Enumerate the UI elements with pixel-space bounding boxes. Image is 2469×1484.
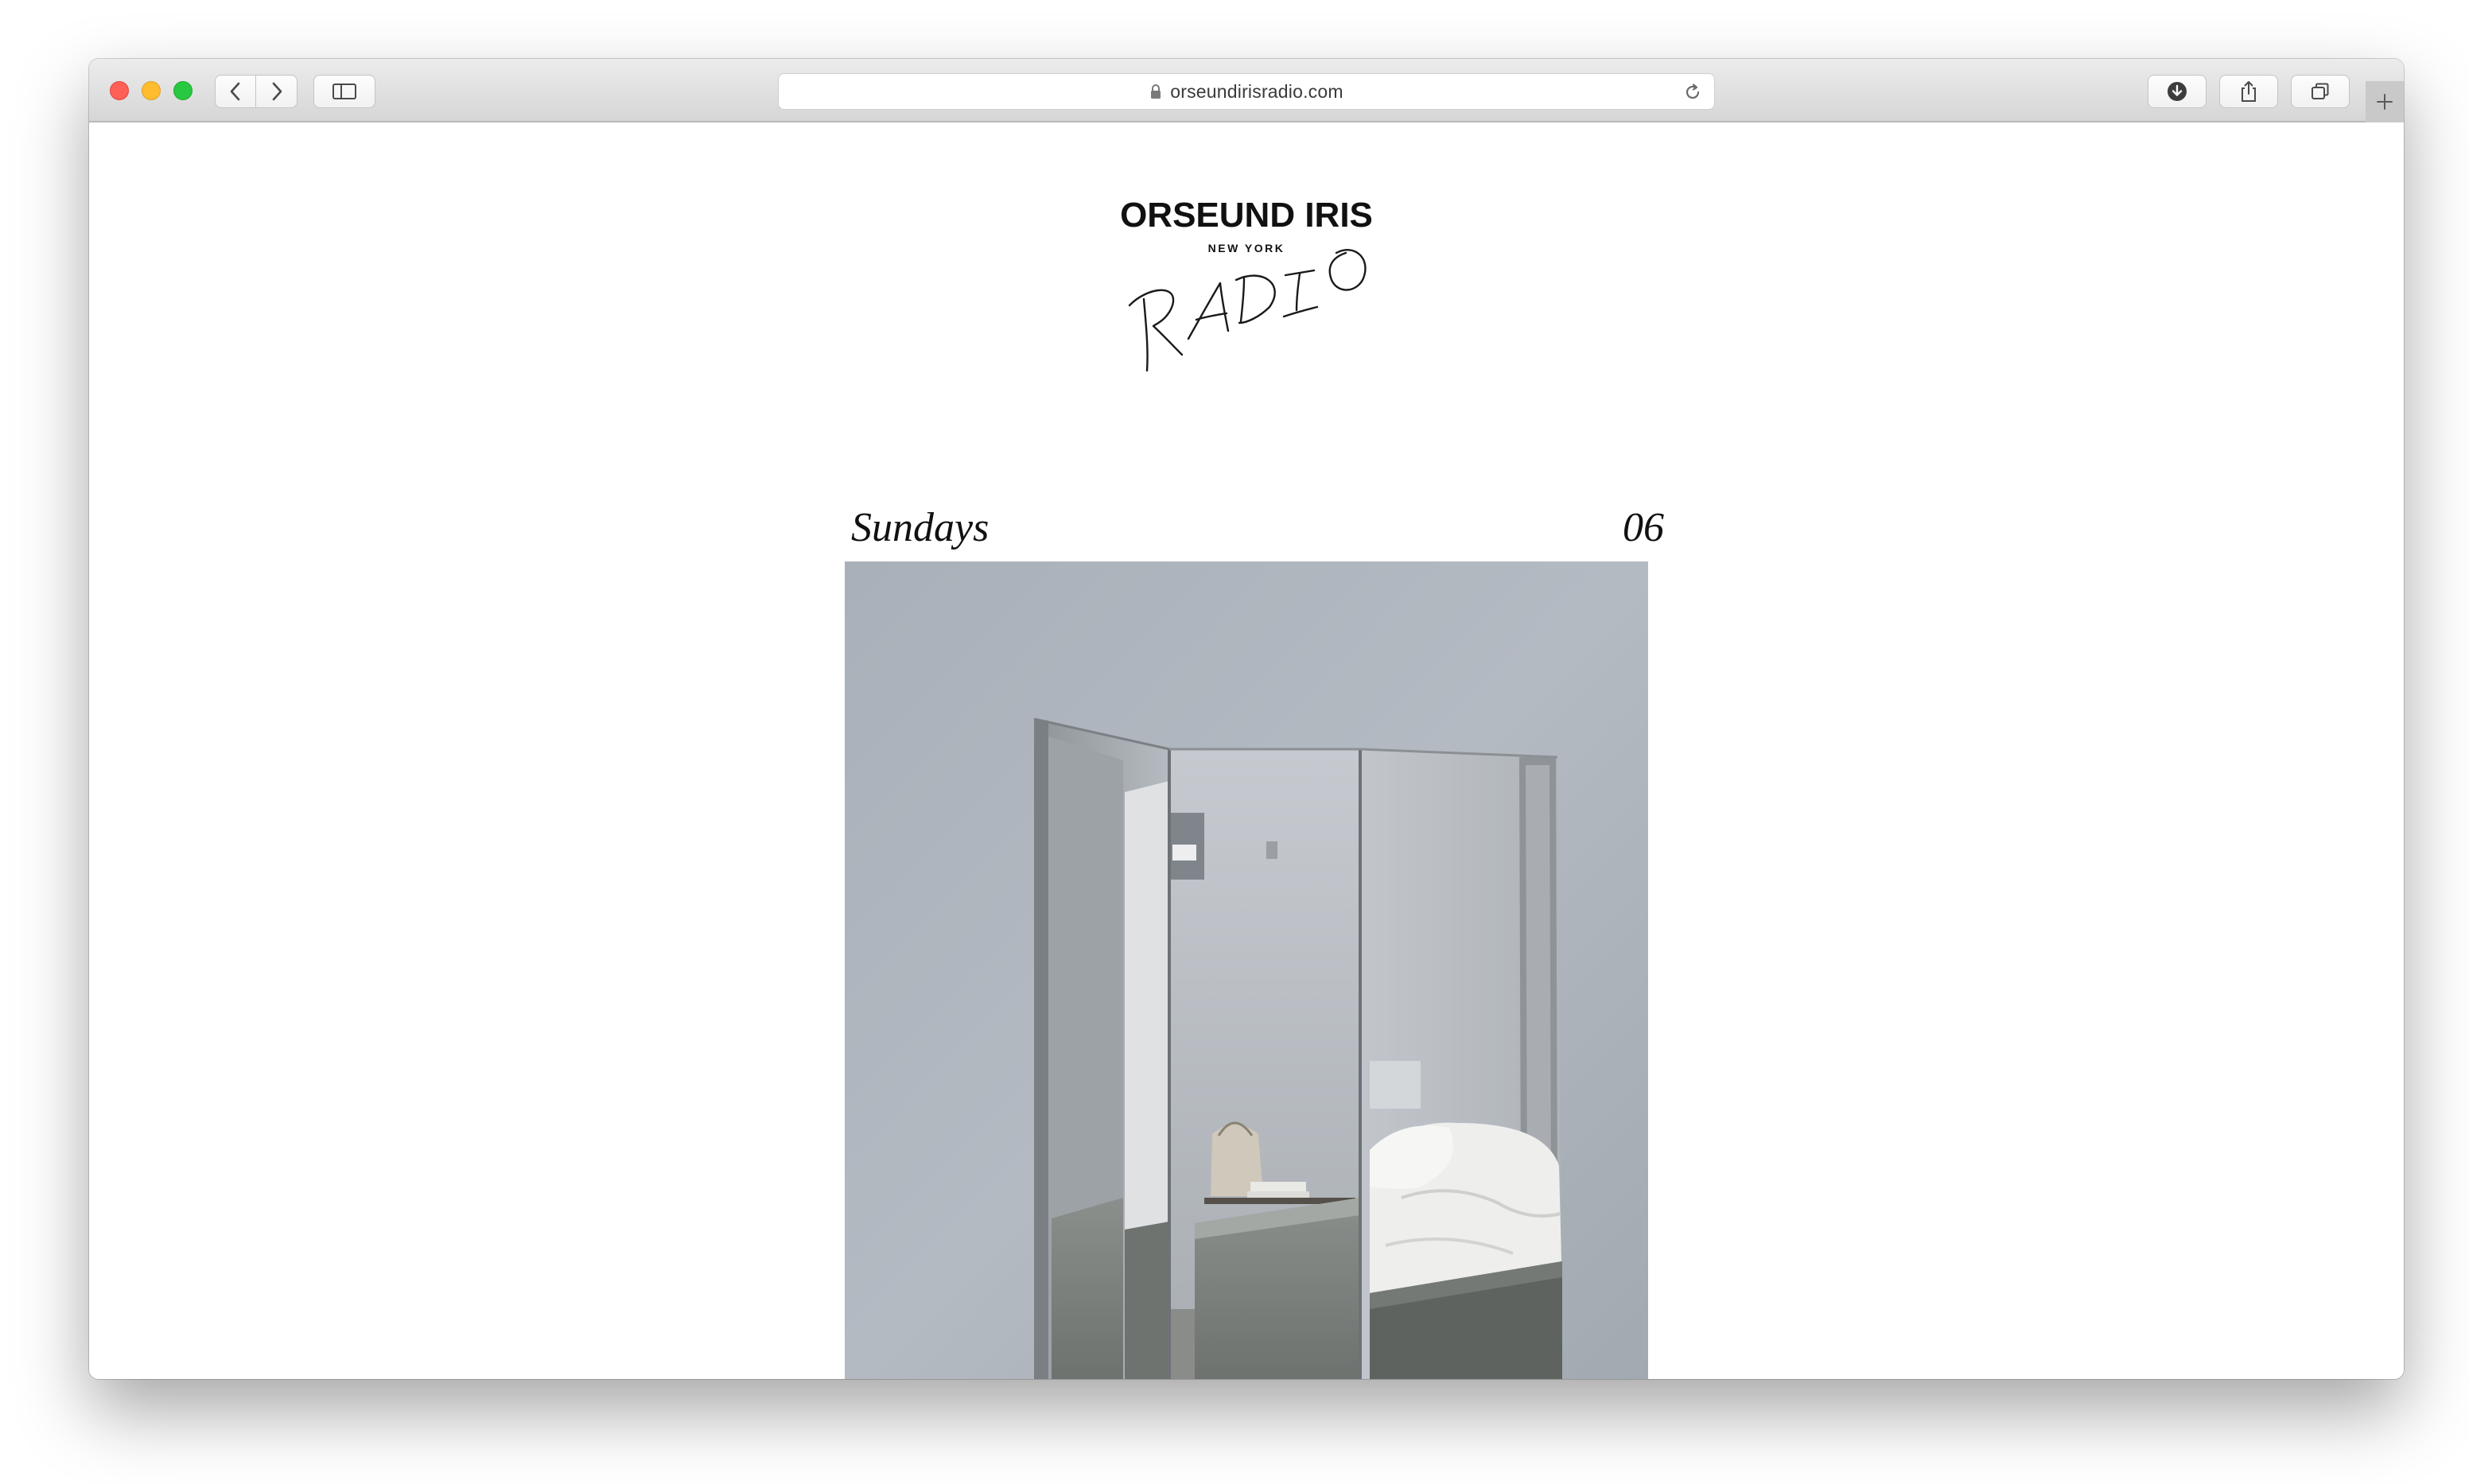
tab-overview-button[interactable]: [2291, 75, 2350, 108]
feature-image[interactable]: [845, 561, 1648, 1379]
share-button[interactable]: [2219, 75, 2278, 108]
chevron-right-icon: [272, 82, 282, 101]
page-content: ORSEUND IRIS NEW YORK Sundays 06: [89, 122, 2404, 1379]
sidebar-toggle-button[interactable]: [313, 75, 375, 108]
section-number: 06: [1623, 505, 1664, 550]
minimize-window-button[interactable]: [142, 81, 161, 100]
section-label: Sundays: [851, 505, 990, 550]
downloads-button[interactable]: [2148, 75, 2207, 108]
radio-signature-logo[interactable]: [1123, 243, 1378, 379]
plus-icon: [2377, 94, 2393, 110]
tabs-icon: [2312, 83, 2329, 99]
chevron-left-icon: [230, 82, 240, 101]
browser-window: orseundirisradio.com ORSEUND IRIS NEW YO…: [89, 59, 2404, 1379]
sidebar-icon: [332, 84, 356, 99]
reload-button[interactable]: [1681, 80, 1705, 104]
new-tab-button[interactable]: [2366, 81, 2404, 122]
maximize-window-button[interactable]: [173, 81, 192, 100]
forward-button[interactable]: [256, 75, 297, 108]
share-icon: [2242, 81, 2256, 102]
back-button[interactable]: [215, 75, 256, 108]
reload-icon: [1686, 84, 1700, 99]
download-icon: [2168, 82, 2187, 101]
close-window-button[interactable]: [110, 81, 129, 100]
lock-icon: [1151, 84, 1161, 99]
url-text: orseundirisradio.com: [1170, 80, 1343, 102]
browser-toolbar: orseundirisradio.com: [89, 59, 2404, 122]
address-bar[interactable]: orseundirisradio.com: [778, 73, 1715, 110]
brand-title[interactable]: ORSEUND IRIS: [89, 196, 2404, 235]
